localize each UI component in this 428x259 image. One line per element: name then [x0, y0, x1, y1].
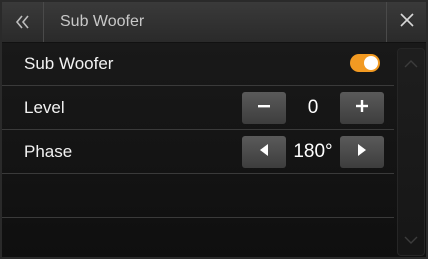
level-row: Level 0 — [2, 86, 394, 130]
double-chevron-left-icon — [15, 15, 31, 29]
level-stepper: 0 — [242, 92, 384, 124]
phase-value: 180° — [293, 141, 333, 162]
phase-label: Phase — [24, 142, 73, 161]
plus-icon — [355, 99, 369, 118]
settings-list: Sub Woofer Level 0 Phase 180° — [2, 42, 394, 257]
level-value: 0 — [307, 97, 319, 118]
phase-row: Phase 180° — [2, 130, 394, 174]
scroll-up-button[interactable] — [398, 51, 424, 77]
chevron-down-icon — [404, 231, 418, 249]
toggle-knob — [364, 56, 378, 70]
triangle-right-icon — [357, 143, 367, 161]
phase-stepper: 180° — [242, 136, 384, 168]
subwoofer-toggle[interactable] — [350, 54, 380, 72]
phase-decrease-button[interactable] — [242, 136, 286, 168]
level-decrease-button[interactable] — [242, 92, 286, 124]
scroll-down-button[interactable] — [398, 227, 424, 253]
subwoofer-row[interactable]: Sub Woofer — [2, 42, 394, 86]
chevron-up-icon — [404, 55, 418, 73]
triangle-left-icon — [259, 143, 269, 161]
subwoofer-settings-screen: Sub Woofer Sub Woofer Level 0 Phase 180° — [0, 0, 428, 259]
subwoofer-label: Sub Woofer — [24, 54, 114, 73]
close-button[interactable] — [386, 2, 426, 42]
back-button[interactable] — [2, 2, 44, 42]
empty-row — [2, 174, 394, 218]
minus-icon — [257, 99, 271, 118]
close-icon — [399, 12, 414, 32]
level-increase-button[interactable] — [340, 92, 384, 124]
page-title: Sub Woofer — [60, 13, 145, 30]
level-label: Level — [24, 98, 65, 117]
scrollbar[interactable] — [397, 48, 425, 256]
title-bar: Sub Woofer — [2, 2, 426, 43]
phase-increase-button[interactable] — [340, 136, 384, 168]
